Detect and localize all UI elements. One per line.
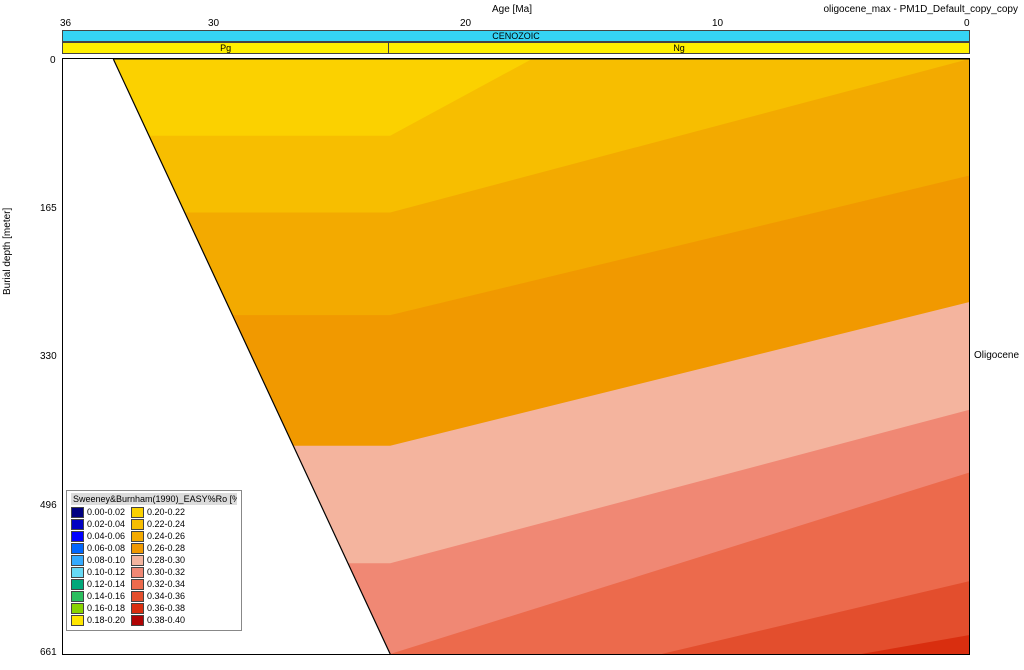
legend-col-1: 0.00-0.02 0.02-0.04 0.04-0.06 0.06-0.08 … bbox=[71, 507, 125, 626]
legend-label: 0.20-0.22 bbox=[147, 507, 185, 518]
legend-entry: 0.12-0.14 bbox=[71, 579, 125, 590]
legend-title: Sweeney&Burnham(1990)_EASY%Ro [%Ro] bbox=[71, 493, 237, 505]
y-tick: 165 bbox=[40, 203, 57, 214]
legend-entry: 0.30-0.32 bbox=[131, 567, 185, 578]
legend-label: 0.14-0.16 bbox=[87, 591, 125, 602]
legend-swatch bbox=[131, 531, 144, 542]
y-tick: 661 bbox=[40, 647, 57, 658]
legend-col-2: 0.20-0.22 0.22-0.24 0.24-0.26 0.26-0.28 … bbox=[131, 507, 185, 626]
legend-entry: 0.06-0.08 bbox=[71, 543, 125, 554]
legend-entry: 0.32-0.34 bbox=[131, 579, 185, 590]
legend-label: 0.30-0.32 bbox=[147, 567, 185, 578]
legend-swatch bbox=[131, 555, 144, 566]
legend-swatch bbox=[131, 519, 144, 530]
x-tick: 30 bbox=[208, 18, 219, 29]
legend-swatch bbox=[71, 531, 84, 542]
legend-swatch bbox=[71, 507, 84, 518]
legend-swatch bbox=[71, 603, 84, 614]
legend-label: 0.02-0.04 bbox=[87, 519, 125, 530]
y-axis-label: Burial depth [meter] bbox=[2, 208, 13, 295]
legend-label: 0.00-0.02 bbox=[87, 507, 125, 518]
legend: Sweeney&Burnham(1990)_EASY%Ro [%Ro] 0.00… bbox=[66, 490, 242, 631]
legend-swatch bbox=[131, 591, 144, 602]
era-bar-top: CENOZOIC bbox=[62, 30, 970, 42]
legend-entry: 0.24-0.26 bbox=[131, 531, 185, 542]
legend-entry: 0.08-0.10 bbox=[71, 555, 125, 566]
legend-swatch bbox=[71, 555, 84, 566]
legend-swatch bbox=[131, 615, 144, 626]
legend-swatch bbox=[71, 567, 84, 578]
legend-label: 0.34-0.36 bbox=[147, 591, 185, 602]
legend-label: 0.18-0.20 bbox=[87, 615, 125, 626]
legend-label: 0.16-0.18 bbox=[87, 603, 125, 614]
legend-label: 0.24-0.26 bbox=[147, 531, 185, 542]
legend-entry: 0.10-0.12 bbox=[71, 567, 125, 578]
formation-label: Oligocene bbox=[974, 350, 1019, 361]
legend-entry: 0.34-0.36 bbox=[131, 591, 185, 602]
legend-swatch bbox=[71, 579, 84, 590]
x-tick: 36 bbox=[60, 18, 71, 29]
legend-swatch bbox=[131, 567, 144, 578]
legend-label: 0.26-0.28 bbox=[147, 543, 185, 554]
legend-swatch bbox=[131, 543, 144, 554]
x-axis-label: Age [Ma] bbox=[0, 4, 1024, 15]
legend-label: 0.04-0.06 bbox=[87, 531, 125, 542]
y-tick: 496 bbox=[40, 500, 57, 511]
legend-swatch bbox=[71, 591, 84, 602]
legend-entry: 0.18-0.20 bbox=[71, 615, 125, 626]
legend-swatch bbox=[71, 615, 84, 626]
legend-entry: 0.04-0.06 bbox=[71, 531, 125, 542]
legend-label: 0.12-0.14 bbox=[87, 579, 125, 590]
legend-label: 0.36-0.38 bbox=[147, 603, 185, 614]
x-tick: 20 bbox=[460, 18, 471, 29]
legend-label: 0.28-0.30 bbox=[147, 555, 185, 566]
legend-entry: 0.02-0.04 bbox=[71, 519, 125, 530]
legend-entry: 0.00-0.02 bbox=[71, 507, 125, 518]
era-ng: Ng bbox=[389, 43, 969, 53]
legend-label: 0.08-0.10 bbox=[87, 555, 125, 566]
burial-history-chart: oligocene_max - PM1D_Default_copy_copy A… bbox=[0, 0, 1024, 670]
legend-entry: 0.36-0.38 bbox=[131, 603, 185, 614]
legend-label: 0.06-0.08 bbox=[87, 543, 125, 554]
legend-entry: 0.20-0.22 bbox=[131, 507, 185, 518]
legend-entry: 0.28-0.30 bbox=[131, 555, 185, 566]
legend-swatch bbox=[71, 519, 84, 530]
legend-swatch bbox=[131, 579, 144, 590]
legend-entry: 0.16-0.18 bbox=[71, 603, 125, 614]
legend-label: 0.10-0.12 bbox=[87, 567, 125, 578]
legend-entry: 0.38-0.40 bbox=[131, 615, 185, 626]
legend-label: 0.38-0.40 bbox=[147, 615, 185, 626]
legend-entry: 0.22-0.24 bbox=[131, 519, 185, 530]
y-tick: 330 bbox=[40, 351, 57, 362]
y-tick: 0 bbox=[50, 55, 56, 66]
era-cenozoic: CENOZOIC bbox=[63, 31, 969, 41]
legend-swatch bbox=[131, 603, 144, 614]
x-tick: 0 bbox=[964, 18, 970, 29]
x-tick: 10 bbox=[712, 18, 723, 29]
legend-entry: 0.14-0.16 bbox=[71, 591, 125, 602]
legend-swatch bbox=[71, 543, 84, 554]
legend-label: 0.32-0.34 bbox=[147, 579, 185, 590]
legend-entry: 0.26-0.28 bbox=[131, 543, 185, 554]
legend-label: 0.22-0.24 bbox=[147, 519, 185, 530]
era-pg: Pg bbox=[63, 43, 389, 53]
era-bar-bottom: Pg Ng bbox=[62, 42, 970, 54]
legend-swatch bbox=[131, 507, 144, 518]
